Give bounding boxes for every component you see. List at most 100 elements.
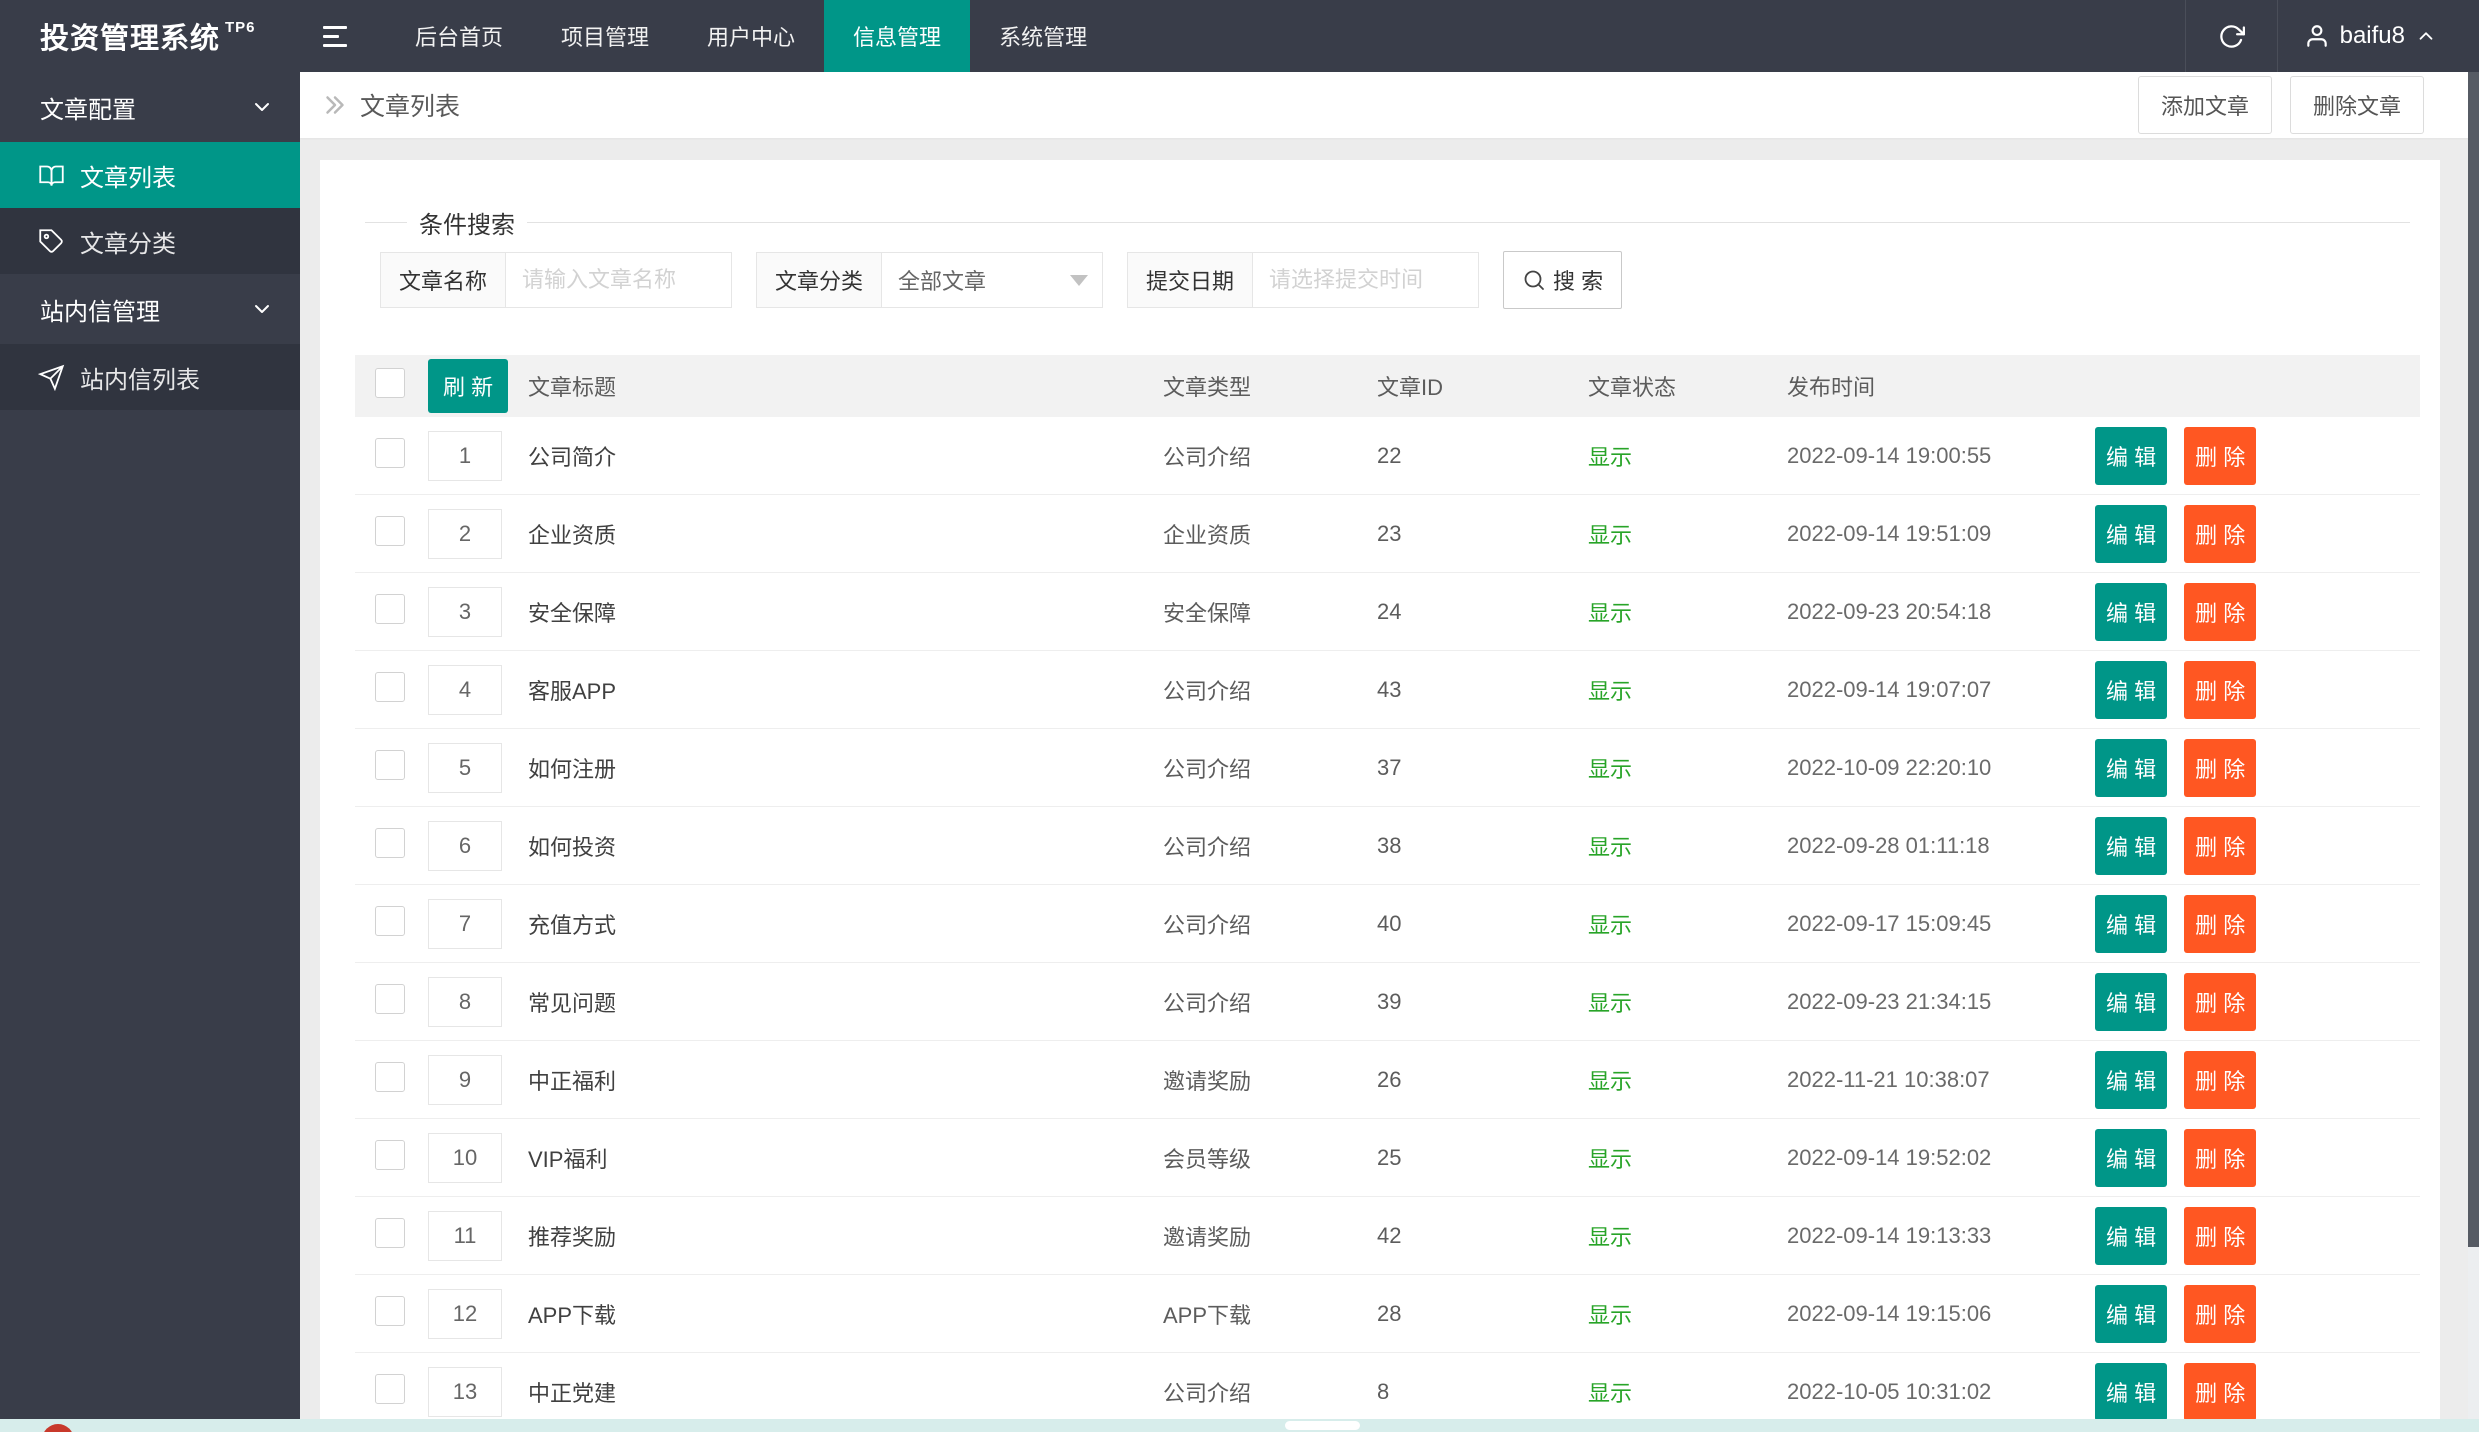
row-checkbox[interactable] — [375, 437, 405, 468]
submit-date-label: 提交日期 — [1128, 253, 1254, 307]
main-area: 文章列表 添加文章 删除文章 条件搜索 文章名称 文章分类 全部文章 提交日期 — [300, 72, 2479, 1432]
article-name-input[interactable] — [506, 253, 732, 307]
vertical-scrollbar[interactable] — [2468, 72, 2479, 1432]
sort-input[interactable] — [428, 1366, 502, 1417]
status-toggle[interactable]: 显示 — [1588, 1381, 1632, 1406]
edit-button[interactable]: 编 辑 — [2095, 972, 2168, 1031]
topnav-item-4[interactable]: 信息管理 — [824, 0, 971, 72]
sort-input[interactable] — [428, 1288, 502, 1339]
row-checkbox[interactable] — [375, 593, 405, 624]
edit-button[interactable]: 编 辑 — [2095, 1050, 2168, 1109]
edit-button[interactable]: 编 辑 — [2095, 816, 2168, 875]
submit-date-input[interactable] — [1253, 253, 1479, 307]
publish-time: 2022-10-09 22:20:10 — [1787, 754, 1992, 780]
status-toggle[interactable]: 显示 — [1588, 757, 1632, 782]
sort-input[interactable] — [428, 430, 502, 481]
status-toggle[interactable]: 显示 — [1588, 835, 1632, 860]
sort-input[interactable] — [428, 898, 502, 949]
horizontal-scrollbar-thumb[interactable] — [1285, 1421, 1360, 1430]
status-toggle[interactable]: 显示 — [1588, 1303, 1632, 1328]
row-checkbox[interactable] — [375, 1295, 405, 1326]
article-id: 26 — [1377, 1066, 1402, 1092]
delete-button[interactable]: 删 除 — [2184, 426, 2257, 485]
menu-toggle-icon[interactable] — [300, 0, 370, 72]
article-category-select[interactable]: 全部文章 — [882, 253, 1102, 307]
delete-button[interactable]: 删 除 — [2184, 582, 2257, 641]
edit-button[interactable]: 编 辑 — [2095, 1128, 2168, 1187]
table-row: 企业资质 企业资质 23 显示 2022-09-14 19:51:09 编 辑 … — [355, 495, 2420, 573]
edit-button[interactable]: 编 辑 — [2095, 504, 2168, 563]
search-button[interactable]: 搜 索 — [1503, 251, 1623, 309]
sort-input[interactable] — [428, 976, 502, 1027]
sort-input[interactable] — [428, 508, 502, 559]
delete-article-button[interactable]: 删除文章 — [2289, 76, 2424, 134]
sort-input[interactable] — [428, 664, 502, 715]
article-type: 安全保障 — [1163, 600, 1252, 626]
delete-button[interactable]: 删 除 — [2184, 1362, 2257, 1421]
sidebar-item-站内信列表[interactable]: 站内信列表 — [0, 344, 300, 410]
delete-button[interactable]: 删 除 — [2184, 1284, 2257, 1343]
delete-button[interactable]: 删 除 — [2184, 660, 2257, 719]
row-checkbox[interactable] — [375, 515, 405, 546]
sort-input[interactable] — [428, 820, 502, 871]
status-toggle[interactable]: 显示 — [1588, 523, 1632, 548]
topnav-item-5[interactable]: 系统管理 — [970, 0, 1116, 72]
row-checkbox[interactable] — [375, 1061, 405, 1092]
delete-button[interactable]: 删 除 — [2184, 504, 2257, 563]
topnav-item-1[interactable]: 后台首页 — [386, 0, 532, 72]
sort-input[interactable] — [428, 586, 502, 637]
status-toggle[interactable]: 显示 — [1588, 679, 1632, 704]
row-checkbox[interactable] — [375, 827, 405, 858]
delete-button[interactable]: 删 除 — [2184, 1128, 2257, 1187]
status-toggle[interactable]: 显示 — [1588, 1225, 1632, 1250]
edit-button[interactable]: 编 辑 — [2095, 660, 2168, 719]
edit-button[interactable]: 编 辑 — [2095, 738, 2168, 797]
table-row: 如何注册 公司介绍 37 显示 2022-10-09 22:20:10 编 辑 … — [355, 729, 2420, 807]
add-article-button[interactable]: 添加文章 — [2137, 76, 2272, 134]
sidebar-group[interactable]: 站内信管理 — [0, 274, 300, 344]
row-checkbox[interactable] — [375, 983, 405, 1014]
delete-button[interactable]: 删 除 — [2184, 972, 2257, 1031]
row-checkbox[interactable] — [375, 1217, 405, 1248]
edit-button[interactable]: 编 辑 — [2095, 1284, 2168, 1343]
article-title: 如何投资 — [528, 834, 617, 860]
edit-button[interactable]: 编 辑 — [2095, 894, 2168, 953]
status-toggle[interactable]: 显示 — [1588, 1147, 1632, 1172]
delete-button[interactable]: 删 除 — [2184, 1206, 2257, 1265]
table-refresh-button[interactable]: 刷 新 — [428, 359, 509, 413]
sort-input[interactable] — [428, 1054, 502, 1105]
sidebar-item-文章列表[interactable]: 文章列表 — [0, 142, 300, 208]
status-toggle[interactable]: 显示 — [1588, 991, 1632, 1016]
sort-input[interactable] — [428, 742, 502, 793]
sidebar-item-文章分类[interactable]: 文章分类 — [0, 208, 300, 274]
edit-button[interactable]: 编 辑 — [2095, 426, 2168, 485]
delete-button[interactable]: 删 除 — [2184, 738, 2257, 797]
status-toggle[interactable]: 显示 — [1588, 601, 1632, 626]
app-logo: 投资管理系统 TP6 — [0, 0, 300, 72]
refresh-button[interactable] — [2184, 0, 2277, 72]
topnav-item-2[interactable]: 项目管理 — [532, 0, 678, 72]
row-checkbox[interactable] — [375, 749, 405, 780]
vertical-scrollbar-thumb[interactable] — [2468, 72, 2479, 1247]
row-checkbox[interactable] — [375, 905, 405, 936]
user-menu[interactable]: baifu8 — [2276, 0, 2479, 72]
row-checkbox[interactable] — [375, 671, 405, 702]
status-toggle[interactable]: 显示 — [1588, 1069, 1632, 1094]
submit-date-group: 提交日期 — [1127, 252, 1480, 308]
sort-input[interactable] — [428, 1132, 502, 1183]
status-toggle[interactable]: 显示 — [1588, 445, 1632, 470]
topnav-item-3[interactable]: 用户中心 — [678, 0, 824, 72]
edit-button[interactable]: 编 辑 — [2095, 582, 2168, 641]
row-checkbox[interactable] — [375, 1139, 405, 1170]
delete-button[interactable]: 删 除 — [2184, 894, 2257, 953]
row-checkbox[interactable] — [375, 1373, 405, 1404]
delete-button[interactable]: 删 除 — [2184, 1050, 2257, 1109]
edit-button[interactable]: 编 辑 — [2095, 1206, 2168, 1265]
status-toggle[interactable]: 显示 — [1588, 913, 1632, 938]
horizontal-scrollbar[interactable] — [0, 1419, 2479, 1432]
edit-button[interactable]: 编 辑 — [2095, 1362, 2168, 1421]
sidebar-group[interactable]: 文章配置 — [0, 72, 300, 142]
select-all-checkbox[interactable] — [375, 368, 405, 398]
sort-input[interactable] — [428, 1210, 502, 1261]
delete-button[interactable]: 删 除 — [2184, 816, 2257, 875]
